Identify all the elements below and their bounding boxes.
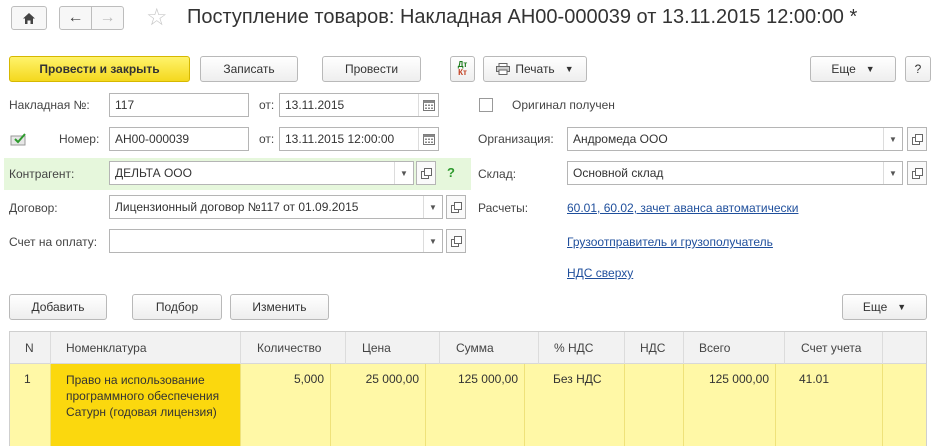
column-header-n[interactable]: N	[10, 332, 51, 364]
table-more-button[interactable]: Еще ▼	[842, 294, 927, 320]
arrow-left-icon: ←	[67, 9, 84, 26]
chevron-down-icon[interactable]: ▼	[423, 230, 442, 252]
open-icon	[450, 235, 462, 247]
post-button[interactable]: Провести	[322, 56, 421, 82]
contract-label: Договор:	[9, 201, 58, 215]
cell-sum[interactable]: 125 000,00	[426, 364, 525, 446]
counterparty-help-icon[interactable]: ?	[447, 165, 455, 180]
document-check-icon	[10, 133, 26, 146]
change-button[interactable]: Изменить	[230, 294, 329, 320]
column-header-price[interactable]: Цена	[346, 332, 440, 364]
window-title: Поступление товаров: Накладная АН00-0000…	[187, 6, 858, 28]
warehouse-field[interactable]: Основной склад ▼	[567, 161, 903, 185]
open-contract-button[interactable]	[446, 195, 466, 219]
shipper-consignee-link[interactable]: Грузоотправитель и грузополучатель	[567, 235, 773, 249]
cell-total[interactable]: 125 000,00	[684, 364, 776, 446]
counterparty-field[interactable]: ДЕЛЬТА ООО ▼	[109, 161, 414, 185]
number-field[interactable]: АН00-000039	[109, 127, 249, 151]
invoice-date-field[interactable]: 13.11.2015	[279, 93, 439, 117]
cell-item[interactable]: Право на использование программного обес…	[51, 364, 241, 446]
home-button[interactable]	[11, 6, 47, 30]
more-actions-button[interactable]: Еще ▼	[810, 56, 896, 82]
invoice-date-label: от:	[259, 98, 275, 112]
column-header-vat[interactable]: НДС	[625, 332, 684, 364]
open-organization-button[interactable]	[907, 127, 927, 151]
chevron-down-icon: ▼	[865, 64, 875, 74]
add-row-button[interactable]: Добавить	[9, 294, 107, 320]
cell-vat[interactable]	[625, 364, 684, 446]
open-icon	[911, 167, 923, 179]
column-header-sum[interactable]: Сумма	[440, 332, 539, 364]
open-icon	[911, 133, 923, 145]
cell-qty[interactable]: 5,000	[241, 364, 331, 446]
chevron-down-icon[interactable]: ▼	[883, 162, 902, 184]
chevron-down-icon[interactable]: ▼	[883, 128, 902, 150]
dt-kt-icon: Дт Кт	[457, 60, 468, 77]
dt-kt-button[interactable]: Дт Кт	[450, 56, 475, 82]
post-and-close-button[interactable]: Провести и закрыть	[9, 56, 190, 82]
goods-table: N Номенклатура Количество Цена Сумма % Н…	[9, 331, 927, 446]
payment-invoice-label: Счет на оплату:	[9, 235, 98, 249]
printer-icon	[496, 63, 511, 75]
home-icon	[23, 12, 35, 24]
cell-vat-rate[interactable]: Без НДС	[539, 364, 625, 446]
organization-field[interactable]: Андромеда ООО ▼	[567, 127, 903, 151]
open-warehouse-button[interactable]	[907, 161, 927, 185]
table-row[interactable]: 1 Право на использование программного об…	[10, 364, 926, 446]
contract-field[interactable]: Лицензионный договор №117 от 01.09.2015 …	[109, 195, 443, 219]
invoice-number-label: Накладная №:	[9, 98, 90, 112]
original-received-checkbox[interactable]	[479, 98, 493, 112]
settlements-label: Расчеты:	[478, 201, 529, 215]
arrow-right-icon: →	[99, 9, 116, 26]
open-payment-invoice-button[interactable]	[446, 229, 466, 253]
calendar-icon[interactable]	[418, 94, 438, 116]
print-button[interactable]: Печать ▼	[483, 56, 587, 82]
column-header-total[interactable]: Всего	[684, 332, 785, 364]
chevron-down-icon[interactable]: ▼	[423, 196, 442, 218]
cell-price[interactable]: 25 000,00	[331, 364, 426, 446]
invoice-number-field[interactable]: 117	[109, 93, 249, 117]
payment-invoice-field[interactable]: ▼	[109, 229, 443, 253]
organization-label: Организация:	[478, 132, 554, 146]
back-button[interactable]: ←	[59, 6, 92, 30]
table-header: N Номенклатура Количество Цена Сумма % Н…	[10, 332, 926, 364]
column-header-item[interactable]: Номенклатура	[51, 332, 241, 364]
open-icon	[450, 201, 462, 213]
counterparty-label: Контрагент:	[9, 167, 75, 181]
warehouse-label: Склад:	[478, 167, 517, 181]
forward-button[interactable]: →	[91, 6, 124, 30]
number-date-label: от:	[259, 132, 275, 146]
help-button[interactable]: ?	[905, 56, 931, 82]
column-header-vat-rate[interactable]: % НДС	[539, 332, 625, 364]
chevron-down-icon[interactable]: ▼	[394, 162, 413, 184]
open-counterparty-button[interactable]	[416, 161, 436, 185]
cell-n[interactable]: 1	[10, 364, 51, 446]
original-received-label: Оригинал получен	[512, 98, 615, 112]
number-datetime-field[interactable]: 13.11.2015 12:00:00	[279, 127, 439, 151]
open-icon	[420, 167, 432, 179]
star-icon[interactable]: ☆	[146, 3, 168, 32]
settlements-link[interactable]: 60.01, 60.02, зачет аванса автоматически	[567, 201, 798, 215]
chevron-down-icon: ▼	[564, 64, 574, 74]
cell-account[interactable]: 41.01	[785, 364, 883, 446]
column-header-account[interactable]: Счет учета	[785, 332, 883, 364]
calendar-icon[interactable]	[418, 128, 438, 150]
selection-button[interactable]: Подбор	[132, 294, 222, 320]
column-header-qty[interactable]: Количество	[241, 332, 346, 364]
chevron-down-icon: ▼	[897, 302, 907, 312]
number-label: Номер:	[59, 132, 100, 146]
vat-on-top-link[interactable]: НДС сверху	[567, 266, 633, 280]
save-button[interactable]: Записать	[200, 56, 298, 82]
